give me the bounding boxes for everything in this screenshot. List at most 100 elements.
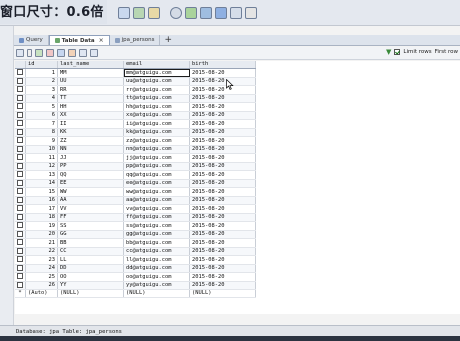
- data-grid[interactable]: id last_name email birth 1 MM mm@atguigu.c…: [15, 61, 460, 314]
- cell-id[interactable]: 3: [25, 85, 58, 95]
- cell-birth[interactable]: 2015-08-20: [189, 213, 256, 223]
- row-select-cell[interactable]: [15, 145, 26, 155]
- row-select-cell[interactable]: [15, 255, 26, 265]
- cell-email[interactable]: aa@atguigu.com: [123, 196, 190, 206]
- cell-last-name[interactable]: NN: [57, 145, 124, 155]
- cell-last-name[interactable]: PP: [57, 162, 124, 172]
- row-checkbox[interactable]: [17, 162, 23, 169]
- backup-icon[interactable]: [200, 7, 212, 19]
- row-checkbox[interactable]: [17, 103, 23, 110]
- row-checkbox[interactable]: [17, 69, 23, 76]
- tab-table-data[interactable]: Table Data ×: [48, 35, 110, 45]
- column-header-last-name[interactable]: last_name: [57, 61, 124, 70]
- row-checkbox[interactable]: [17, 111, 23, 118]
- cell-email[interactable]: jj@atguigu.com: [123, 153, 190, 163]
- cell-birth[interactable]: 2015-08-20: [189, 94, 256, 104]
- cell-id[interactable]: 6: [25, 111, 58, 121]
- cell-email[interactable]: ww@atguigu.com: [123, 187, 190, 197]
- cell-id[interactable]: 11: [25, 153, 58, 163]
- row-select-cell[interactable]: [15, 85, 26, 95]
- row-select-cell[interactable]: [15, 238, 26, 248]
- cell-id[interactable]: 8: [25, 128, 58, 138]
- row-checkbox[interactable]: [17, 230, 23, 237]
- row-checkbox[interactable]: [17, 120, 23, 127]
- row-checkbox[interactable]: [17, 213, 23, 220]
- cell-email[interactable]: kk@atguigu.com: [123, 128, 190, 138]
- row-select-cell[interactable]: [15, 247, 26, 257]
- tab-query[interactable]: Query: [14, 35, 49, 45]
- cell-id[interactable]: 4: [25, 94, 58, 104]
- cell-birth[interactable]: 2015-08-20: [189, 162, 256, 172]
- cell-email[interactable]: bb@atguigu.com: [123, 238, 190, 248]
- row-select-cell[interactable]: [15, 187, 26, 197]
- cell-id[interactable]: 14: [25, 179, 58, 189]
- row-select-cell[interactable]: [15, 179, 26, 189]
- cell-last-name[interactable]: KK: [57, 128, 124, 138]
- text-view-icon[interactable]: [90, 49, 98, 57]
- table-row[interactable]: 18 FF ff@atguigu.com 2015-08-20: [15, 213, 256, 223]
- cell-birth[interactable]: 2015-08-20: [189, 179, 256, 189]
- cell-email[interactable]: xx@atguigu.com: [123, 111, 190, 121]
- table-row[interactable]: 2 UU uu@atguigu.com 2015-08-20: [15, 77, 256, 87]
- cell-last-name[interactable]: OO: [57, 272, 124, 282]
- row-select-cell[interactable]: [15, 162, 26, 172]
- cell-last-name[interactable]: TT: [57, 94, 124, 104]
- filter-icon[interactable]: ▼: [386, 48, 391, 56]
- cell-last-name[interactable]: II: [57, 119, 124, 129]
- cell-last-name[interactable]: BB: [57, 238, 124, 248]
- cell-id[interactable]: 7: [25, 119, 58, 129]
- cell-birth[interactable]: 2015-08-20: [189, 85, 256, 95]
- table-row[interactable]: 8 KK kk@atguigu.com 2015-08-20: [15, 128, 256, 138]
- cell-last-name[interactable]: MM: [57, 68, 124, 78]
- row-checkbox[interactable]: [17, 222, 23, 229]
- cell-email[interactable]: hh@atguigu.com: [123, 102, 190, 112]
- row-checkbox[interactable]: [17, 145, 23, 152]
- table-row[interactable]: 6 XX xx@atguigu.com 2015-08-20: [15, 111, 256, 121]
- row-checkbox[interactable]: [17, 196, 23, 203]
- row-select-cell[interactable]: [15, 204, 26, 214]
- cell-email[interactable]: qq@atguigu.com: [123, 170, 190, 180]
- row-checkbox[interactable]: [17, 188, 23, 195]
- cell-id[interactable]: 10: [25, 145, 58, 155]
- cell-id[interactable]: 5: [25, 102, 58, 112]
- cell-birth[interactable]: 2015-08-20: [189, 170, 256, 180]
- cell-last-name[interactable]: VV: [57, 204, 124, 214]
- refresh-icon[interactable]: [170, 7, 182, 19]
- cell-id[interactable]: 19: [25, 221, 58, 231]
- row-checkbox[interactable]: [17, 273, 23, 280]
- cell-birth[interactable]: 2015-08-20: [189, 247, 256, 257]
- cell-last-name[interactable]: FF: [57, 213, 124, 223]
- row-checkbox[interactable]: [17, 281, 23, 288]
- schema-icon[interactable]: [148, 7, 160, 19]
- table-row[interactable]: 12 PP pp@atguigu.com 2015-08-20: [15, 162, 256, 172]
- cell-id[interactable]: 23: [25, 255, 58, 265]
- cell-id[interactable]: 15: [25, 187, 58, 197]
- cell-last-name[interactable]: SS: [57, 221, 124, 231]
- cell-last-name[interactable]: ZZ: [57, 136, 124, 146]
- cell-birth[interactable]: 2015-08-20: [189, 272, 256, 282]
- table-row[interactable]: 22 CC cc@atguigu.com 2015-08-20: [15, 247, 256, 257]
- cell-email[interactable]: nn@atguigu.com: [123, 145, 190, 155]
- row-checkbox[interactable]: [17, 171, 23, 178]
- cell-email[interactable]: uu@atguigu.com: [123, 77, 190, 87]
- grid-icon[interactable]: [230, 7, 242, 19]
- cell-last-name[interactable]: GG: [57, 230, 124, 240]
- cell-birth[interactable]: 2015-08-20: [189, 264, 256, 274]
- cell-id[interactable]: 22: [25, 247, 58, 257]
- cell-email[interactable]: dd@atguigu.com: [123, 264, 190, 274]
- grid-view-icon[interactable]: [16, 49, 24, 57]
- table-row[interactable]: 5 HH hh@atguigu.com 2015-08-20: [15, 102, 256, 112]
- cell-last-name[interactable]: QQ: [57, 170, 124, 180]
- row-select-cell[interactable]: [15, 221, 26, 231]
- cell-last-name[interactable]: YY: [57, 281, 124, 291]
- save-icon[interactable]: [57, 49, 65, 57]
- row-checkbox[interactable]: [17, 256, 23, 263]
- row-select-cell[interactable]: [15, 281, 26, 291]
- cell-email[interactable]: ff@atguigu.com: [123, 213, 190, 223]
- cell-birth[interactable]: 2015-08-20: [189, 238, 256, 248]
- cell-birth[interactable]: 2015-08-20: [189, 196, 256, 206]
- table-row[interactable]: 1 MM mm@atguigu.com 2015-08-20: [15, 68, 256, 78]
- cell-last-name[interactable]: LL: [57, 255, 124, 265]
- cell-email[interactable]: rr@atguigu.com: [123, 85, 190, 95]
- table-row[interactable]: 20 GG gg@atguigu.com 2015-08-20: [15, 230, 256, 240]
